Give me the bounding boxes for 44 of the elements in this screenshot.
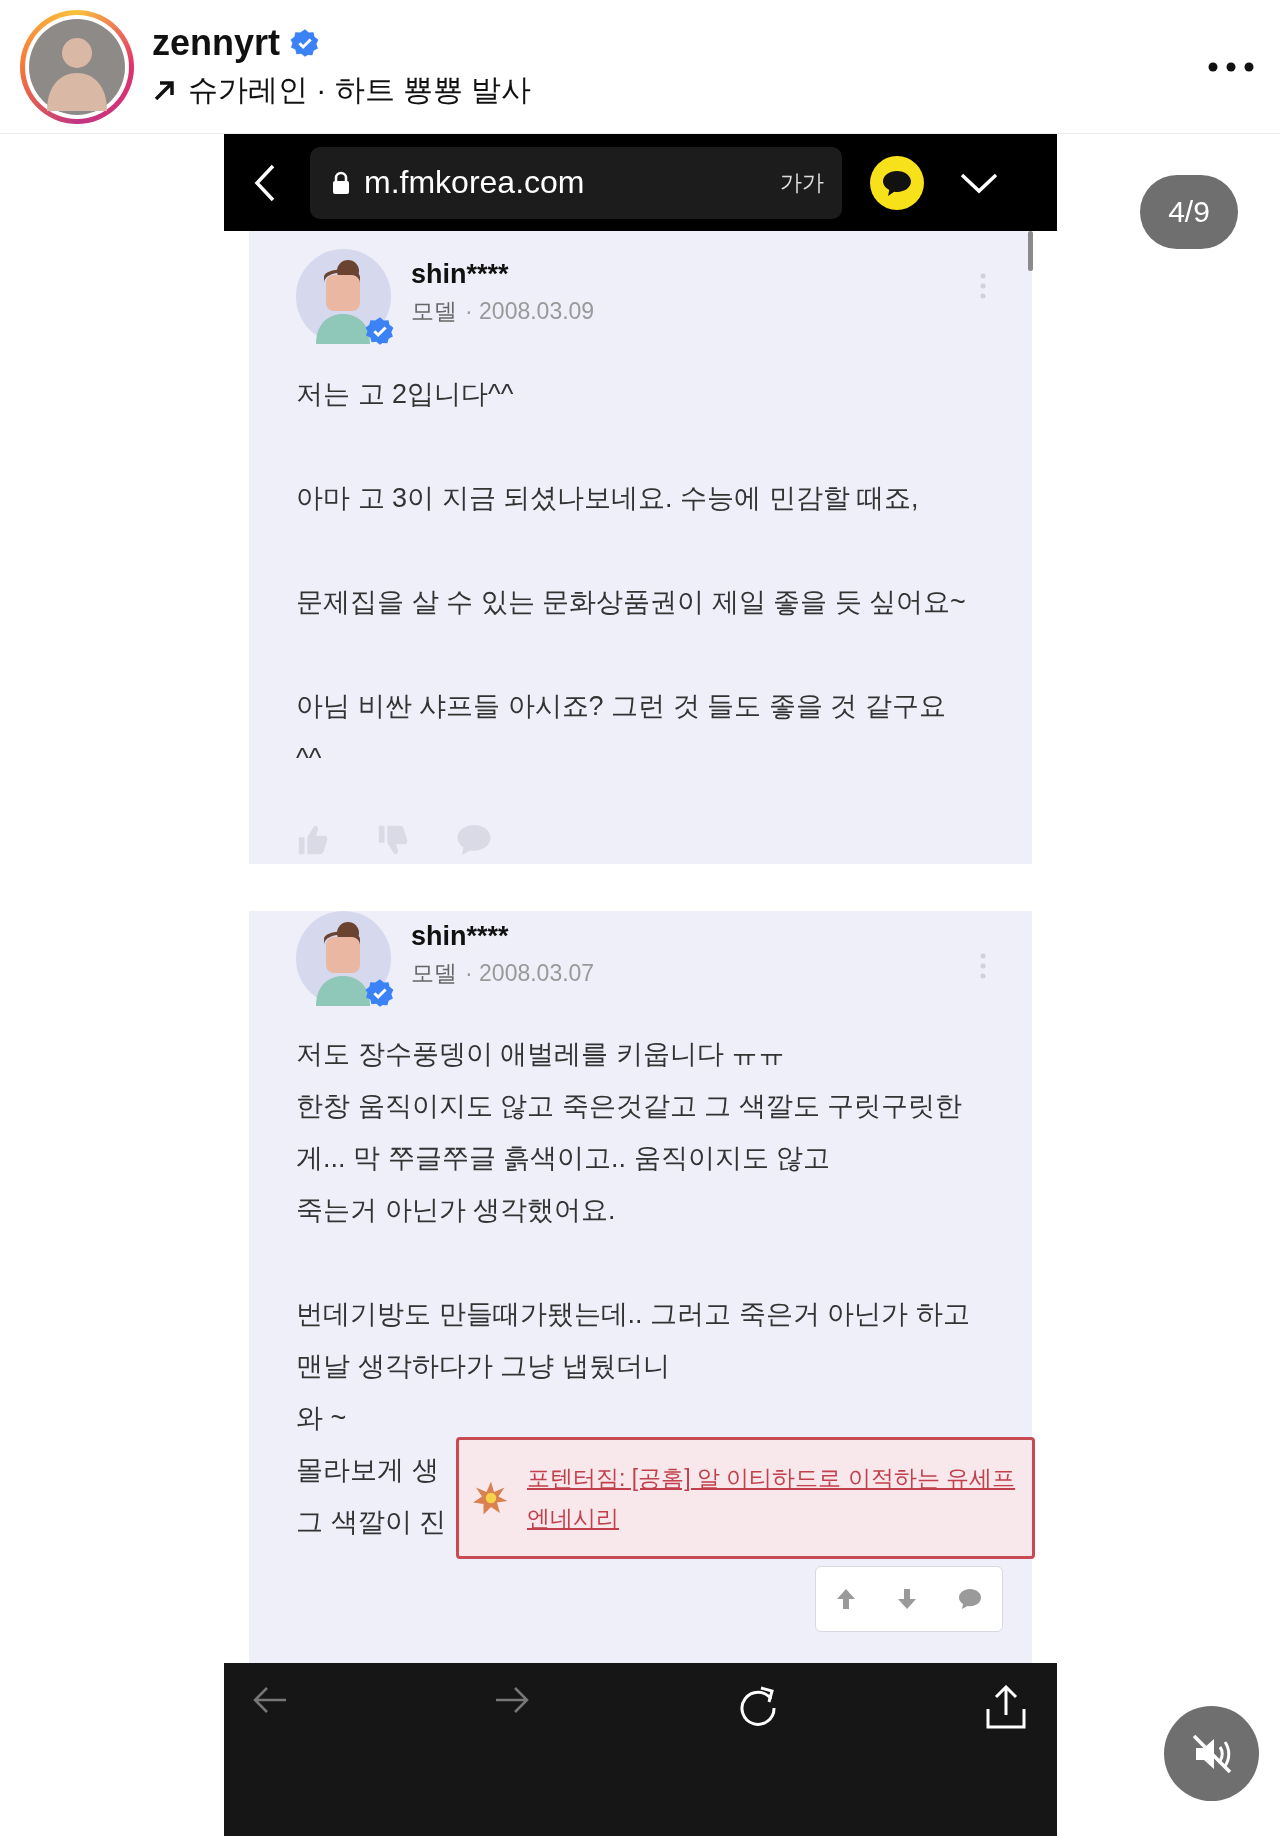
back-arrow-icon[interactable] xyxy=(252,1685,288,1715)
page-counter: 4/9 xyxy=(1140,175,1238,249)
share-icon[interactable] xyxy=(985,1685,1027,1729)
comment-text: 몰라보게 생 xyxy=(296,1454,439,1487)
comment-text: 게... 막 쭈글쭈글 흙색이고.. 움직이지도 않고 xyxy=(296,1142,830,1175)
username[interactable]: shin**** xyxy=(411,259,595,290)
user-role: 모델 xyxy=(411,297,457,326)
lock-icon xyxy=(332,170,350,195)
comment-text: 번데기방도 만들때가됐는데.. 그러고 죽은거 아닌가 하고 xyxy=(296,1298,970,1331)
arrow-up-icon[interactable] xyxy=(835,1587,858,1611)
address-bar[interactable]: m.fmkorea.com 가가 xyxy=(310,146,842,219)
comment-date: · 2008.03.09 xyxy=(465,298,595,325)
comment-text: 맨날 생각하다가 그냥 냅뒀더니 xyxy=(296,1350,670,1383)
profile-avatar[interactable] xyxy=(25,14,129,119)
comment-text: 죽는거 아닌가 생각했어요. xyxy=(296,1194,616,1227)
text-size-button[interactable]: 가가 xyxy=(780,167,824,198)
comment-icon[interactable] xyxy=(956,1588,983,1610)
back-icon[interactable] xyxy=(254,163,276,202)
audio-title[interactable]: 슈가레인 · 하트 뿅뿅 발사 xyxy=(188,70,532,111)
comment-text: 문제집을 살 수 있는 문화상품권이 제일 좋을 듯 싶어요~ xyxy=(296,586,966,619)
comment-date: · 2008.03.07 xyxy=(465,960,595,987)
comment-text: ^^ xyxy=(296,742,322,775)
chat-bubble-icon[interactable] xyxy=(870,155,924,210)
comment-text: 한창 움직이지도 않고 죽은것같고 그 색깔도 구릿구릿한 xyxy=(296,1090,962,1123)
avatar-icon xyxy=(296,249,391,344)
comment-text: 저도 장수풍뎅이 애벌레를 키웁니다 ㅠㅠ xyxy=(296,1038,785,1071)
more-icon[interactable] xyxy=(1208,61,1254,72)
username[interactable]: shin**** xyxy=(411,921,595,952)
forward-arrow-icon[interactable] xyxy=(494,1685,531,1715)
scroll-indicator xyxy=(1028,231,1033,271)
comment-text: 그 색깔이 진 xyxy=(296,1506,446,1539)
url-text: m.fmkorea.com xyxy=(364,164,585,201)
comment-text: 아님 비싼 샤프들 아시죠? 그런 것 들도 좋을 것 같구요 xyxy=(296,690,946,723)
account-name[interactable]: zennyrt xyxy=(152,22,281,64)
burst-icon xyxy=(473,1480,509,1516)
headline-link[interactable]: 포텐터짐: [공홈] 알 이티하드로 이적하는 유세프 엔네시리 xyxy=(527,1458,1016,1538)
comment-text: 와 ~ xyxy=(296,1402,347,1435)
comment-text: 저는 고 2입니다^^ xyxy=(296,378,514,411)
chevron-down-icon[interactable] xyxy=(960,171,998,194)
avatar-icon xyxy=(296,911,391,1006)
comment-text: 아마 고 3이 지금 되셨나보네요. 수능에 민감할 때죠, xyxy=(296,482,919,515)
arrow-down-icon[interactable] xyxy=(896,1587,918,1611)
arrow-icon xyxy=(152,78,176,103)
user-role: 모델 xyxy=(411,959,457,988)
